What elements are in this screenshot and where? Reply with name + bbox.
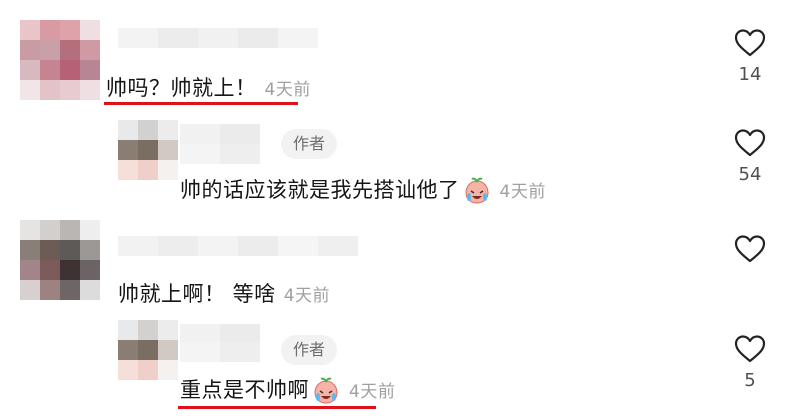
heart-outline-icon <box>734 29 766 57</box>
username[interactable] <box>118 28 318 48</box>
username[interactable] <box>118 236 358 256</box>
crying-laugh-emoji-icon <box>314 377 338 404</box>
comment-row: 帅就上啊！ 等啥 4天前 <box>118 278 330 308</box>
username[interactable] <box>180 324 260 344</box>
avatar[interactable] <box>118 320 178 380</box>
comment-row: 帅吗？帅就上！ 4天前 <box>106 72 311 102</box>
comment-time: 4天前 <box>283 286 331 306</box>
author-badge: 作者 <box>281 335 338 365</box>
username[interactable] <box>180 124 260 144</box>
comment-text: 帅的话应该就是我先搭讪他了 <box>180 178 460 202</box>
red-underline <box>104 102 298 105</box>
comment-row: 重点是不帅啊 4天前 <box>180 374 395 406</box>
comment-time: 4天前 <box>499 182 546 202</box>
avatar[interactable] <box>20 220 100 300</box>
comment-time: 4天前 <box>264 80 311 100</box>
comment-row: 帅的话应该就是我先搭讪他了 4天前 <box>180 174 546 206</box>
like-button[interactable]: 5 <box>720 334 780 391</box>
comment-time: 4天前 <box>349 382 396 402</box>
heart-outline-icon <box>734 129 766 157</box>
like-count: 5 <box>744 370 756 391</box>
like-count: 54 <box>738 164 762 185</box>
username[interactable] <box>180 342 260 362</box>
heart-outline-icon <box>734 335 766 363</box>
like-count: 14 <box>738 64 762 85</box>
red-underline <box>178 406 376 409</box>
comment-text: 重点是不帅啊 <box>180 378 309 402</box>
avatar[interactable] <box>118 120 178 180</box>
like-button[interactable]: 14 <box>720 28 780 85</box>
avatar[interactable] <box>20 20 100 100</box>
crying-laugh-emoji-icon <box>464 177 489 204</box>
like-button[interactable]: 54 <box>720 128 780 185</box>
author-badge: 作者 <box>281 129 338 159</box>
heart-outline-icon <box>734 235 766 263</box>
comment-text: 帅就上啊！ 等啥 <box>118 282 276 306</box>
like-button[interactable] <box>720 234 780 270</box>
username[interactable] <box>180 144 260 164</box>
comment-text: 帅吗？帅就上！ <box>106 76 257 100</box>
